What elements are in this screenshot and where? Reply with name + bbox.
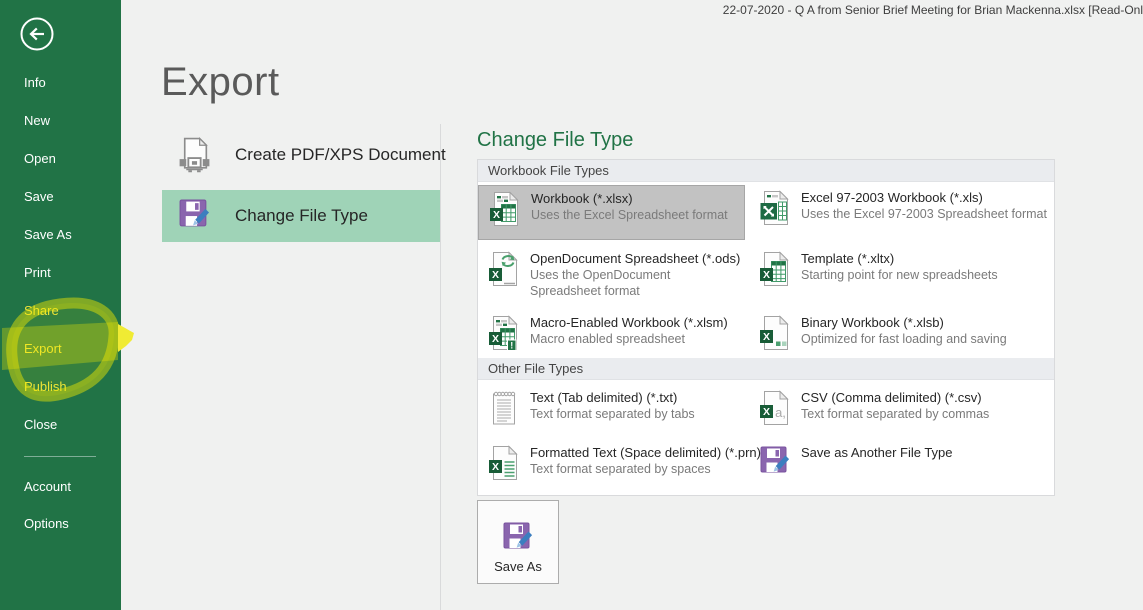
file-type-description: Uses the OpenDocument Spreadsheet format xyxy=(530,267,730,299)
excel-97-2003-workbook-icon xyxy=(759,190,791,226)
sidebar-item-save-as[interactable]: Save As xyxy=(24,227,72,242)
file-type-opendocument-ods[interactable]: X OpenDocument Spreadsheet (*.ods) Uses … xyxy=(478,246,745,310)
section-header-other-file-types: Other File Types xyxy=(478,358,1054,380)
page-title: Export xyxy=(161,60,280,105)
file-type-description: Uses the Excel Spreadsheet format xyxy=(531,207,728,223)
file-type-text-txt[interactable]: Text (Tab delimited) (*.txt) Text format… xyxy=(478,385,745,435)
svg-text:X: X xyxy=(763,406,770,418)
svg-text:X: X xyxy=(763,269,770,281)
save-as-floppy-pencil-icon xyxy=(502,521,534,553)
option-create-pdf-xps[interactable]: Create PDF/XPS Document xyxy=(162,129,440,181)
file-type-csv[interactable]: X a, CSV (Comma delimited) (*.csv) Text … xyxy=(749,385,1055,435)
file-type-description: Optimized for fast loading and saving xyxy=(801,331,1007,347)
svg-text:X: X xyxy=(492,461,499,473)
sidebar-item-close[interactable]: Close xyxy=(24,417,57,432)
sidebar-item-publish[interactable]: Publish xyxy=(24,379,67,394)
file-type-description: Uses the Excel 97-2003 Spreadsheet forma… xyxy=(801,206,1047,222)
file-type-title: CSV (Comma delimited) (*.csv) xyxy=(801,389,989,406)
excel-backstage-export-view: 22-07-2020 - Q A from Senior Brief Meeti… xyxy=(0,0,1143,610)
file-type-title: Formatted Text (Space delimited) (*.prn) xyxy=(530,444,737,461)
back-button[interactable] xyxy=(19,16,55,52)
sidebar-item-open[interactable]: Open xyxy=(24,151,56,166)
save-as-floppy-pencil-icon xyxy=(759,445,791,477)
svg-text:X: X xyxy=(493,209,500,221)
file-type-title: Template (*.xltx) xyxy=(801,250,998,267)
section-header-workbook-file-types: Workbook File Types xyxy=(478,160,1054,182)
file-type-title: Text (Tab delimited) (*.txt) xyxy=(530,389,695,406)
pane-divider xyxy=(440,124,441,610)
text-file-icon xyxy=(488,390,520,426)
file-type-description: Text format separated by commas xyxy=(801,406,989,422)
sidebar-item-info[interactable]: Info xyxy=(24,75,46,90)
macro-enabled-workbook-icon: X ! xyxy=(488,315,520,351)
save-as-button-label: Save As xyxy=(494,559,542,574)
sidebar-item-save[interactable]: Save xyxy=(24,189,54,204)
file-type-title: Excel 97-2003 Workbook (*.xls) xyxy=(801,189,1047,206)
sidebar-item-account[interactable]: Account xyxy=(24,479,71,494)
back-arrow-icon xyxy=(19,16,55,52)
file-type-description: Starting point for new spreadsheets xyxy=(801,267,998,283)
file-type-title: Workbook (*.xlsx) xyxy=(531,190,728,207)
file-type-binary-xlsb[interactable]: X Binary Workbook (*.xlsb) Optimized for… xyxy=(749,310,1055,356)
svg-text:!: ! xyxy=(510,341,513,351)
option-label: Change File Type xyxy=(235,206,368,226)
file-type-description: Text format separated by tabs xyxy=(530,406,695,422)
change-file-type-heading: Change File Type xyxy=(477,129,633,152)
sidebar-item-print[interactable]: Print xyxy=(24,265,51,280)
file-type-panel: Workbook File Types X Workbook (*.xlsx) xyxy=(477,159,1055,496)
sidebar-item-export[interactable]: Export xyxy=(24,341,62,356)
file-type-description: Text format separated by spaces xyxy=(530,461,737,477)
excel-template-icon: X xyxy=(759,251,791,287)
file-type-macro-enabled-xlsm[interactable]: X ! Macro-Enabled Workbook (*.xlsm) Macr… xyxy=(478,310,745,356)
file-type-description: Macro enabled spreadsheet xyxy=(530,331,728,347)
svg-text:X: X xyxy=(492,269,499,281)
svg-text:X: X xyxy=(763,331,770,343)
file-type-excel-97-2003-xls[interactable]: Excel 97-2003 Workbook (*.xls) Uses the … xyxy=(749,185,1055,240)
change-file-type-icon xyxy=(178,198,211,235)
window-title: 22-07-2020 - Q A from Senior Brief Meeti… xyxy=(723,3,1143,17)
file-type-title: OpenDocument Spreadsheet (*.ods) xyxy=(530,250,737,267)
formatted-text-file-icon: X xyxy=(488,445,520,481)
option-change-file-type[interactable]: Change File Type xyxy=(162,190,440,242)
file-type-save-as-another[interactable]: Save as Another File Type xyxy=(749,440,1055,492)
excel-workbook-icon: X xyxy=(489,191,521,227)
file-type-title: Save as Another File Type xyxy=(801,444,953,461)
option-label: Create PDF/XPS Document xyxy=(235,145,446,165)
pdf-xps-document-icon xyxy=(178,137,211,174)
svg-text:X: X xyxy=(492,333,499,345)
sidebar-item-new[interactable]: New xyxy=(24,113,50,128)
sidebar-item-share[interactable]: Share xyxy=(24,303,59,318)
backstage-sidebar: Info New Open Save Save As Print Share E… xyxy=(0,0,121,610)
csv-file-icon: X a, xyxy=(759,390,791,426)
opendocument-spreadsheet-icon: X xyxy=(488,251,520,287)
sidebar-divider xyxy=(24,456,96,457)
save-as-button[interactable]: Save As xyxy=(477,500,559,584)
file-type-formatted-text-prn[interactable]: X Formatted Text (Space delimited) (*.pr… xyxy=(478,440,745,492)
binary-workbook-icon: X xyxy=(759,315,791,351)
svg-text:a,: a, xyxy=(775,405,786,420)
file-type-title: Macro-Enabled Workbook (*.xlsm) xyxy=(530,314,728,331)
file-type-workbook-xlsx[interactable]: X Workbook (*.xlsx) Uses the Excel Sprea… xyxy=(478,185,745,240)
file-type-title: Binary Workbook (*.xlsb) xyxy=(801,314,1007,331)
sidebar-item-options[interactable]: Options xyxy=(24,516,69,531)
file-type-template-xltx[interactable]: X Template (*.xltx) Starting point for n… xyxy=(749,246,1055,310)
